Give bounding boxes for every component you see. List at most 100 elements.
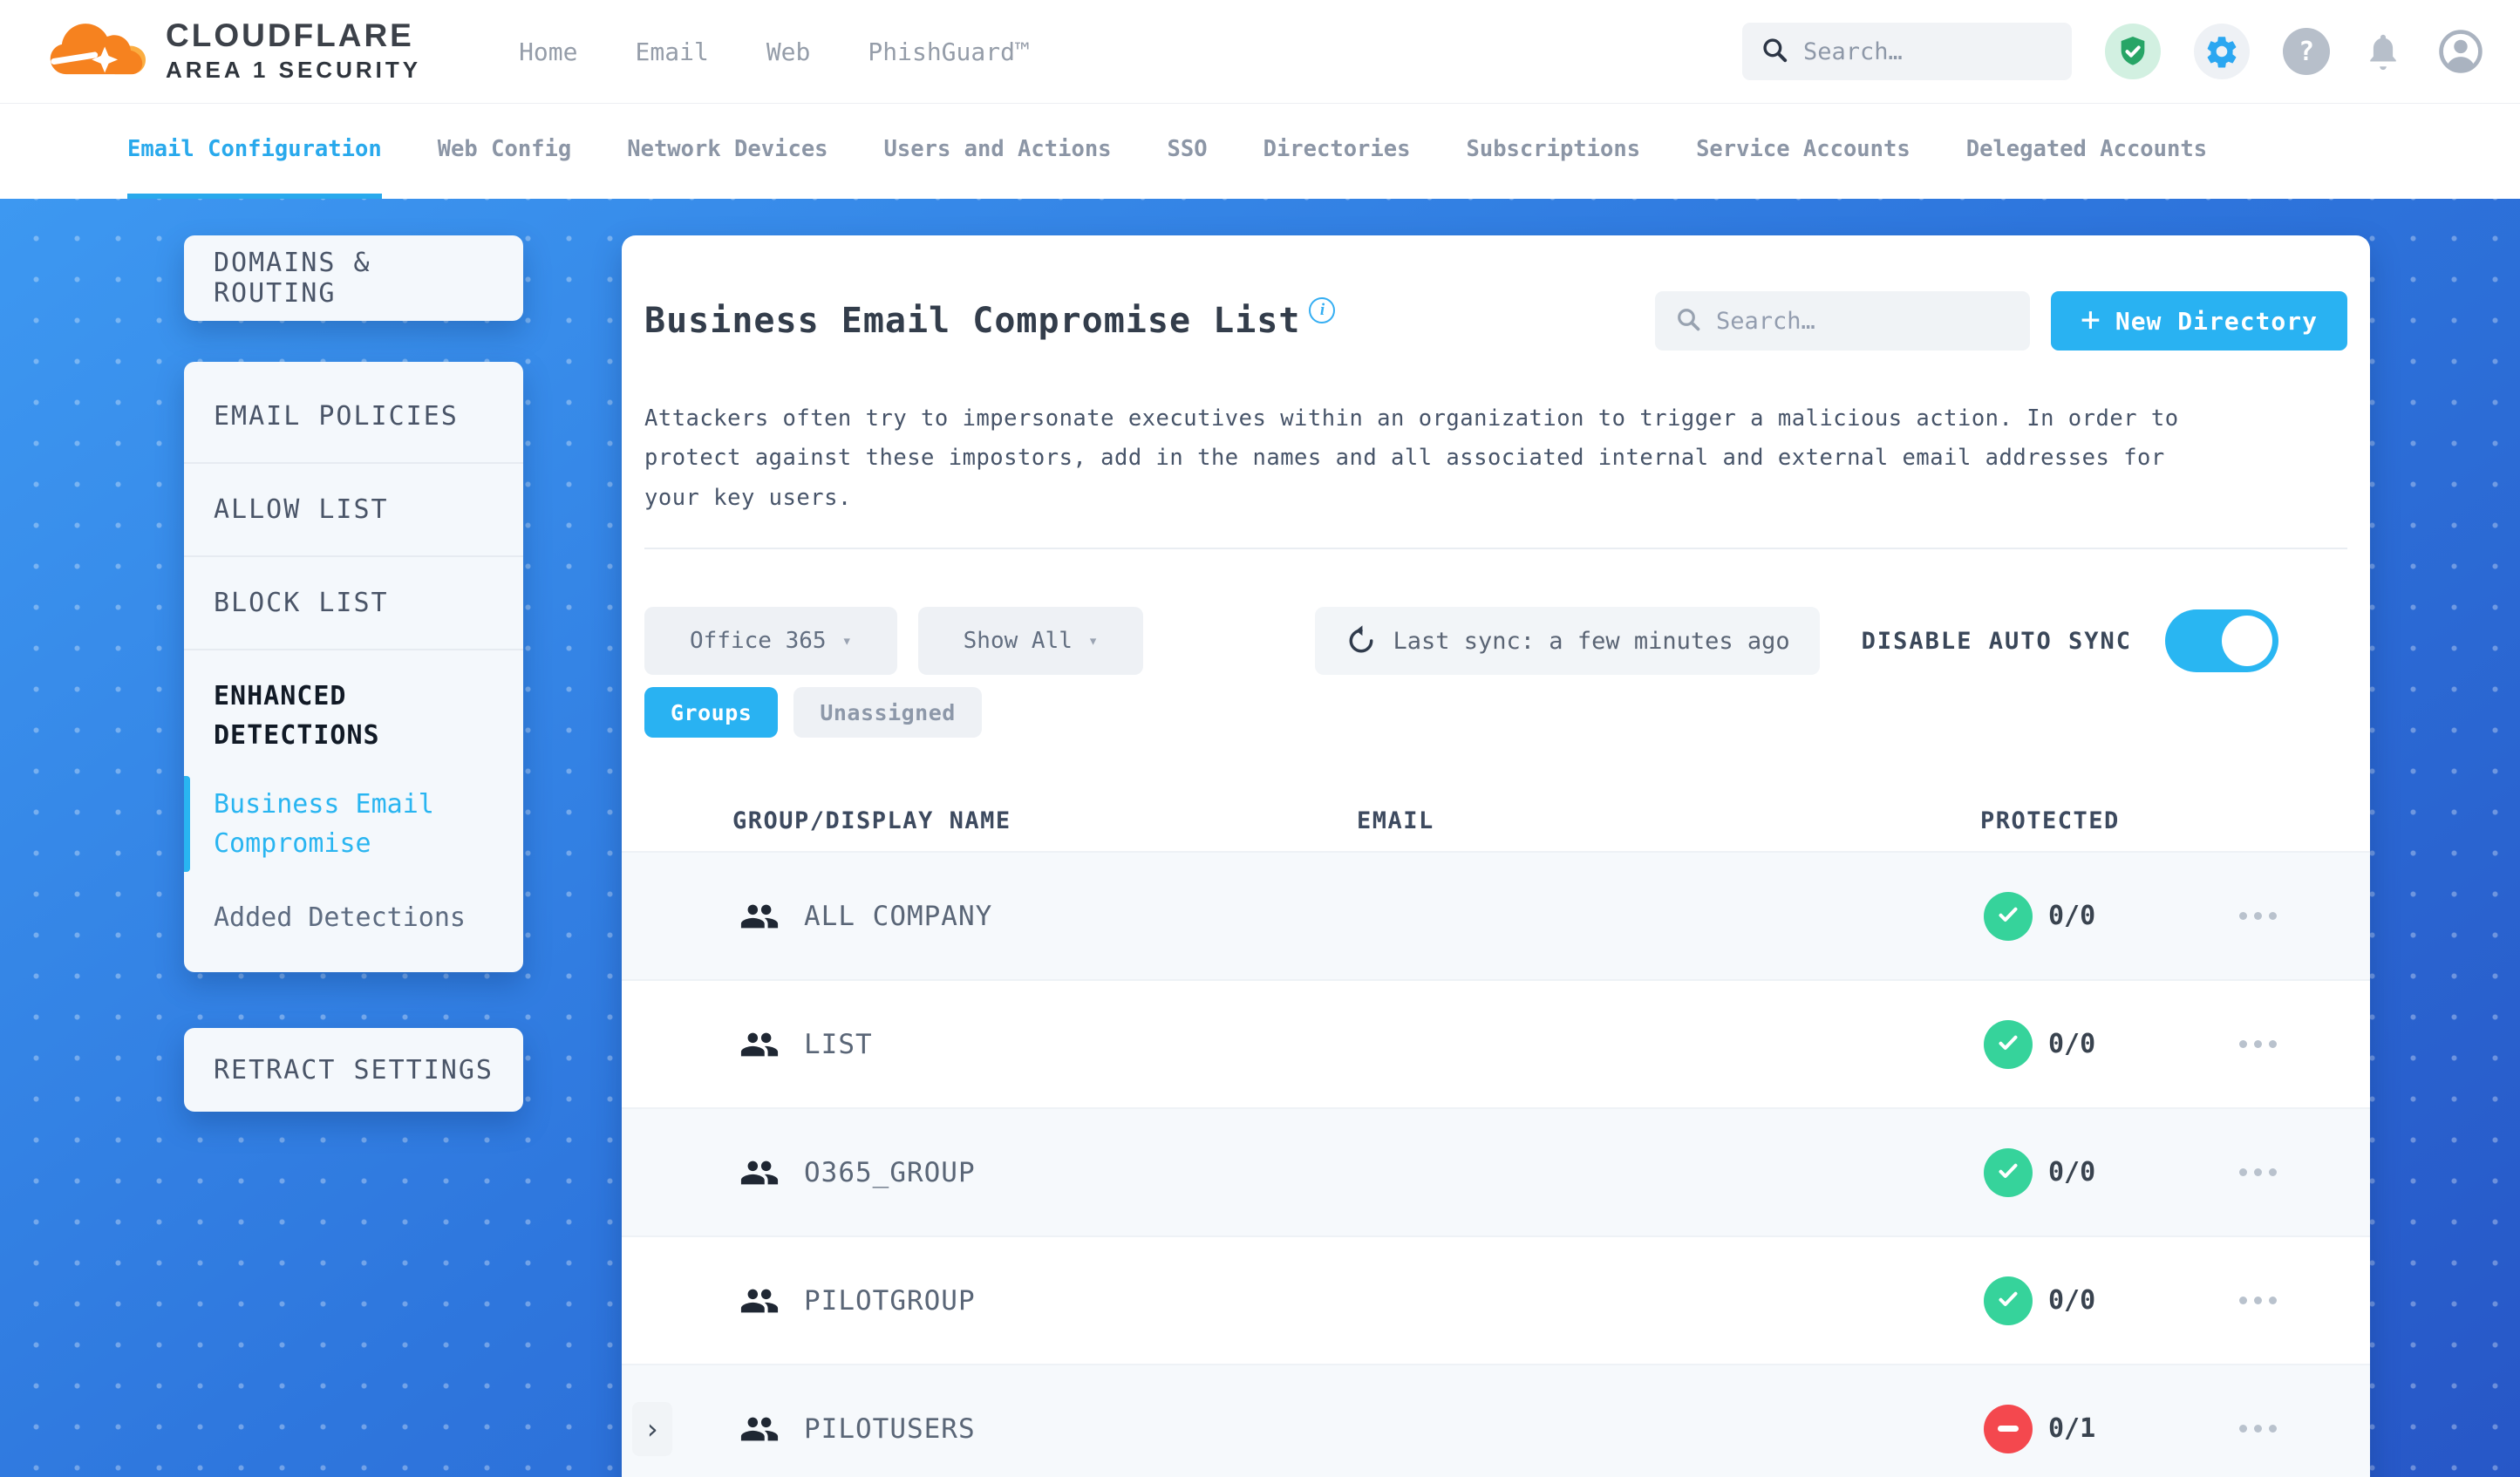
cloudflare-logo[interactable]: CLOUDFLARE AREA 1 SECURITY [49,17,421,85]
config-tab-web-config[interactable]: Web Config [438,104,572,199]
global-search-input[interactable] [1803,37,2054,65]
config-nav: Email Configuration Web Config Network D… [0,103,2520,199]
protected-status-icon [1984,1019,2033,1069]
column-protected: PROTECTED [1980,807,2120,834]
auto-sync-toggle[interactable] [2165,609,2278,673]
cloudflare-cloud-icon [49,17,150,85]
new-directory-button[interactable]: + New Directory [2050,291,2347,351]
plus-icon: + [2080,300,2101,338]
config-tab-network-devices[interactable]: Network Devices [627,104,828,199]
nav-item-email[interactable]: Email [636,37,709,66]
minus-icon [1998,1426,2019,1433]
settings-gear-icon[interactable] [2194,24,2250,79]
config-tab-delegated-accounts[interactable]: Delegated Accounts [1966,104,2207,199]
sidebar-item-retract-settings[interactable]: RETRACT SETTINGS [184,1028,523,1112]
help-icon[interactable]: ? [2283,28,2330,75]
config-tab-subscriptions[interactable]: Subscriptions [1466,104,1640,199]
table-row: › ALL COMPANY 0/0 [622,851,2370,980]
protected-status-icon [1984,1276,2033,1325]
active-item-bar [184,776,190,872]
section-divider [644,548,2347,550]
directory-select[interactable]: Office 365 ▾ [644,607,897,676]
protected-count: 0/0 [2048,901,2096,932]
nav-item-home[interactable]: Home [519,37,577,66]
nav-item-phishguard[interactable]: PhishGuard™ [868,37,1029,66]
row-actions-button[interactable] [2236,903,2280,929]
chevron-right-icon: › [644,1412,661,1446]
table-row: › O365_GROUP 0/0 [622,1107,2370,1236]
logo-brand: CLOUDFLARE [166,17,414,54]
expand-row-button[interactable]: › [632,1401,672,1456]
notifications-bell-icon[interactable] [2363,31,2403,71]
directory-select-value: Office 365 [690,628,827,655]
last-sync-text: Last sync: a few minutes ago [1393,627,1790,655]
row-actions-button[interactable] [2236,1160,2280,1185]
description-line: Attackers often try to impersonate execu… [644,405,2179,432]
nav-item-web[interactable]: Web [766,37,811,66]
sidebar-item-domains-routing[interactable]: DOMAINS & ROUTING [184,235,523,321]
title-row: Business Email Compromise List i + New D… [622,235,2370,351]
logo-text: CLOUDFLARE AREA 1 SECURITY [166,17,422,84]
config-tab-users-and-actions[interactable]: Users and Actions [884,104,1112,199]
sidebar-item-enhanced-detections[interactable]: ENHANCED DETECTIONS [184,650,523,760]
page-description: Attackers often try to impersonate execu… [622,399,2370,518]
show-filter-value: Show All [963,628,1073,655]
show-filter-select[interactable]: Show All ▾ [918,607,1143,676]
new-directory-label: New Directory [2115,306,2318,336]
global-search[interactable] [1742,23,2072,80]
chevron-down-icon: ▾ [841,631,852,651]
group-icon [739,1409,780,1449]
sidebar-item-email-policies[interactable]: EMAIL POLICIES [184,371,523,464]
group-name: PILOTUSERS [804,1412,976,1445]
sidebar-item-label: Business Email Compromise [214,789,434,859]
table-header: GROUP/DISPLAY NAME EMAIL PROTECTED [622,790,2370,851]
config-tab-directories[interactable]: Directories [1263,104,1411,199]
auto-sync-label: DISABLE AUTO SYNC [1861,627,2132,655]
protected-status-icon [1984,1404,2033,1453]
protected-count: 0/0 [2048,1285,2096,1317]
group-name: O365_GROUP [804,1156,976,1188]
protected-status-icon [1984,891,2033,941]
main-card: Business Email Compromise List i + New D… [622,235,2370,1477]
column-group-display-name: GROUP/DISPLAY NAME [732,807,1011,834]
group-name: ALL COMPANY [804,900,993,932]
row-actions-button[interactable] [2236,1031,2280,1057]
sidebar-item-block-list[interactable]: BLOCK LIST [184,557,523,650]
check-icon [1995,902,2021,931]
security-shield-icon[interactable] [2105,24,2161,79]
tab-groups[interactable]: Groups [644,687,779,738]
sidebar-item-added-detections[interactable]: Added Detections [184,893,523,943]
config-tab-service-accounts[interactable]: Service Accounts [1696,104,1910,199]
view-tabs: Groups Unassigned [622,687,2370,738]
chevron-down-icon: ▾ [1087,631,1099,651]
info-icon[interactable]: i [1309,297,1336,323]
account-user-icon[interactable] [2436,27,2485,76]
search-icon [1674,305,1702,337]
group-icon [739,1153,780,1193]
sidebar: DOMAINS & ROUTING EMAIL POLICIES ALLOW L… [184,235,523,1112]
filters-row: Office 365 ▾ Show All ▾ Last sync: a few… [622,607,2370,676]
list-search[interactable] [1654,291,2030,351]
config-tab-email-configuration[interactable]: Email Configuration [127,104,382,199]
check-icon [1995,1030,2021,1059]
last-sync-status[interactable]: Last sync: a few minutes ago [1314,607,1820,676]
app: CLOUDFLARE AREA 1 SECURITY Home Email We… [0,0,2520,1477]
page-title: Business Email Compromise List [644,301,1301,341]
config-tab-sso[interactable]: SSO [1168,104,1208,199]
list-search-input[interactable] [1715,307,2011,335]
description-line: your key users. [644,484,852,511]
sidebar-item-label: Added Detections [214,902,466,933]
check-icon [1995,1286,2021,1316]
sidebar-item-business-email-compromise[interactable]: Business Email Compromise [184,776,523,872]
table-row: › PILOTUSERS 0/1 [622,1364,2370,1477]
logo-subtitle: AREA 1 SECURITY [166,56,422,83]
content-canvas: DOMAINS & ROUTING EMAIL POLICIES ALLOW L… [0,199,2520,1477]
group-icon [739,896,780,936]
table-body: › ALL COMPANY 0/0 › LIS [622,851,2370,1477]
group-icon [739,1024,780,1065]
row-actions-button[interactable] [2236,1416,2280,1441]
tab-unassigned[interactable]: Unassigned [793,687,982,738]
sidebar-item-allow-list[interactable]: ALLOW LIST [184,464,523,557]
row-actions-button[interactable] [2236,1288,2280,1313]
refresh-icon [1345,624,1378,657]
